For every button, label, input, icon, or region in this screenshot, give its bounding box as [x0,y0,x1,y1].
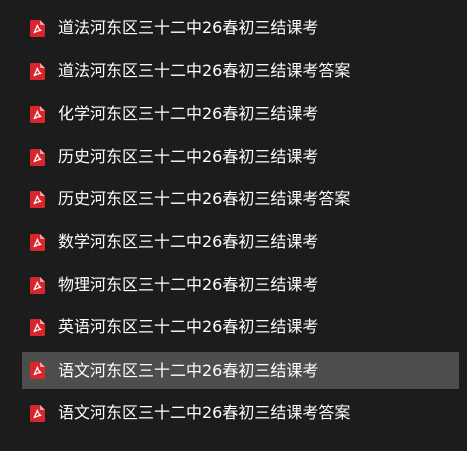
file-item[interactable]: 数学河东区三十二中26春初三结课考 [22,224,459,260]
file-item[interactable]: 道法河东区三十二中26春初三结课考答案 [22,53,459,89]
file-name: 英语河东区三十二中26春初三结课考 [58,317,319,336]
file-name: 化学河东区三十二中26春初三结课考 [58,104,319,123]
file-name: 语文河东区三十二中26春初三结课考 [58,360,319,380]
file-name: 道法河东区三十二中26春初三结课考 [58,18,319,37]
file-item-selected[interactable]: 语文河东区三十二中26春初三结课考 [22,352,459,389]
pdf-icon [30,233,45,251]
file-name: 物理河东区三十二中26春初三结课考 [58,275,319,294]
pdf-icon [30,19,45,37]
pdf-icon [30,404,45,422]
file-name: 数学河东区三十二中26春初三结课考 [58,232,319,251]
pdf-icon [30,148,45,166]
file-item[interactable]: 英语河东区三十二中26春初三结课考 [22,309,459,345]
pdf-icon [30,362,45,379]
pdf-icon [30,276,45,294]
file-item[interactable]: 道法河东区三十二中26春初三结课考 [22,10,459,46]
pdf-icon [30,190,45,208]
pdf-icon [30,62,45,80]
file-item[interactable]: 历史河东区三十二中26春初三结课考答案 [22,181,459,217]
file-name: 历史河东区三十二中26春初三结课考 [58,147,319,166]
file-item[interactable]: 物理河东区三十二中26春初三结课考 [22,267,459,303]
file-item[interactable]: 语文河东区三十二中26春初三结课考答案 [22,395,459,431]
file-item[interactable]: 历史河东区三十二中26春初三结课考 [22,139,459,175]
file-name: 历史河东区三十二中26春初三结课考答案 [58,189,351,208]
file-list: 道法河东区三十二中26春初三结课考 道法河东区三十二中26春初三结课考答案 化学… [0,0,467,451]
pdf-icon [30,105,45,123]
file-name: 语文河东区三十二中26春初三结课考答案 [58,403,351,422]
file-item[interactable]: 化学河东区三十二中26春初三结课考 [22,96,459,132]
pdf-icon [30,318,45,336]
file-name: 道法河东区三十二中26春初三结课考答案 [58,61,351,80]
